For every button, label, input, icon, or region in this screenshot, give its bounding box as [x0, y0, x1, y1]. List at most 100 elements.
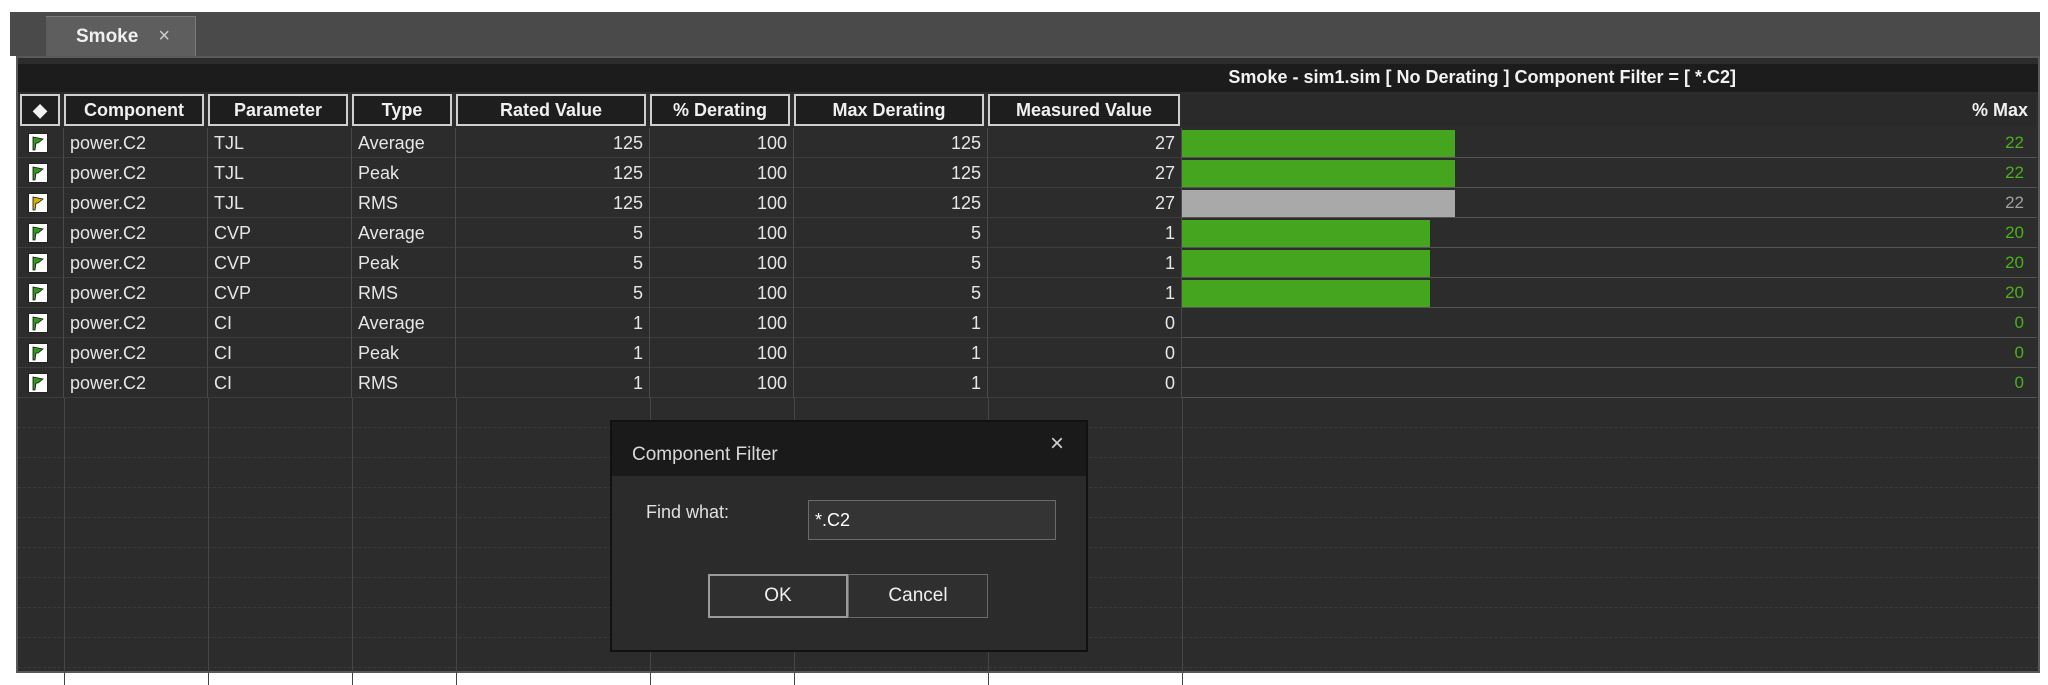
component-filter-dialog: Component Filter × Find what: OK Cancel: [610, 420, 1088, 652]
cell-type: Average: [352, 308, 456, 338]
cell-max-derating: 1: [794, 338, 988, 368]
flag-icon: [28, 313, 48, 333]
pct-max-value: 0: [2014, 373, 2024, 392]
column-header-rated-value[interactable]: Rated Value: [456, 94, 646, 126]
cell-derating: 100: [650, 218, 794, 248]
column-header-pct-max[interactable]: % Max: [1182, 94, 2036, 126]
table-row[interactable]: power.C2 CI Peak 1 100 1 0 0: [18, 338, 2038, 368]
pct-max-bar: [1182, 130, 1455, 157]
dialog-titlebar: Component Filter ×: [612, 422, 1086, 476]
pct-max-cell: 20: [1182, 278, 2036, 308]
cell-rated-value: 125: [456, 188, 650, 218]
table-row[interactable]: power.C2 CI RMS 1 100 1 0 0: [18, 368, 2038, 398]
cell-parameter: CVP: [208, 218, 352, 248]
table-row[interactable]: power.C2 CVP Peak 5 100 5 1 20: [18, 248, 2038, 278]
cell-measured-value: 27: [988, 128, 1182, 158]
pct-max-cell: 22: [1182, 128, 2036, 158]
cell-component: power.C2: [64, 368, 208, 398]
cell-flag: [18, 368, 64, 398]
cell-type: Average: [352, 128, 456, 158]
dialog-title: Component Filter: [632, 444, 778, 465]
cell-max-derating: 125: [794, 158, 988, 188]
cell-type: RMS: [352, 188, 456, 218]
cell-type: Average: [352, 218, 456, 248]
find-what-input[interactable]: [808, 500, 1056, 540]
cell-parameter: CI: [208, 308, 352, 338]
pct-max-cell: 22: [1182, 158, 2036, 188]
cell-component: power.C2: [64, 218, 208, 248]
cell-component: power.C2: [64, 158, 208, 188]
ok-button[interactable]: OK: [708, 574, 848, 618]
cell-derating: 100: [650, 368, 794, 398]
column-header-max-derating[interactable]: Max Derating: [794, 94, 984, 126]
cell-max-derating: 125: [794, 188, 988, 218]
cell-derating: 100: [650, 158, 794, 188]
cell-component: power.C2: [64, 338, 208, 368]
column-divider: [456, 398, 457, 685]
cell-max-derating: 1: [794, 368, 988, 398]
cell-type: Peak: [352, 158, 456, 188]
dialog-close-icon[interactable]: ×: [1050, 430, 1064, 458]
cell-flag: [18, 218, 64, 248]
pct-max-value: 20: [2005, 253, 2024, 272]
cancel-button[interactable]: Cancel: [848, 574, 988, 618]
column-divider: [352, 398, 353, 685]
pct-max-value: 0: [2014, 343, 2024, 362]
cell-derating: 100: [650, 338, 794, 368]
column-header-type[interactable]: Type: [352, 94, 452, 126]
column-header-measured-value[interactable]: Measured Value: [988, 94, 1180, 126]
table-row[interactable]: power.C2 TJL Peak 125 100 125 27 22: [18, 158, 2038, 188]
pct-max-cell: 22: [1182, 188, 2036, 218]
empty-row: [18, 668, 2038, 685]
cell-component: power.C2: [64, 128, 208, 158]
cell-rated-value: 5: [456, 278, 650, 308]
pct-max-cell: 0: [1182, 338, 2036, 368]
cell-rated-value: 125: [456, 158, 650, 188]
pct-max-value: 20: [2005, 283, 2024, 302]
cell-derating: 100: [650, 128, 794, 158]
cell-derating: 100: [650, 278, 794, 308]
cell-type: RMS: [352, 368, 456, 398]
flag-icon: [28, 343, 48, 363]
cell-flag: [18, 188, 64, 218]
tab-strip: Smoke ×: [10, 12, 2040, 56]
flag-icon: [28, 373, 48, 393]
tab-close-icon[interactable]: ×: [158, 25, 170, 48]
cell-derating: 100: [650, 188, 794, 218]
flag-icon: [28, 253, 48, 273]
cell-rated-value: 5: [456, 218, 650, 248]
table-row[interactable]: power.C2 TJL RMS 125 100 125 27 22: [18, 188, 2038, 218]
cell-parameter: CI: [208, 338, 352, 368]
cell-flag: [18, 158, 64, 188]
table-row[interactable]: power.C2 CVP RMS 5 100 5 1 20: [18, 278, 2038, 308]
cell-component: power.C2: [64, 248, 208, 278]
cell-parameter: TJL: [208, 158, 352, 188]
cell-derating: 100: [650, 248, 794, 278]
column-divider: [64, 398, 65, 685]
pct-max-value: 22: [2005, 163, 2024, 182]
column-divider: [1182, 398, 1183, 685]
cell-component: power.C2: [64, 308, 208, 338]
tab-smoke[interactable]: Smoke ×: [46, 16, 196, 56]
cell-flag: [18, 278, 64, 308]
pct-max-value: 22: [2005, 193, 2024, 212]
cell-measured-value: 0: [988, 368, 1182, 398]
cell-measured-value: 1: [988, 218, 1182, 248]
cell-type: Peak: [352, 338, 456, 368]
column-header-flag[interactable]: ◆: [20, 94, 60, 126]
table-row[interactable]: power.C2 CVP Average 5 100 5 1 20: [18, 218, 2038, 248]
table-row[interactable]: power.C2 CI Average 1 100 1 0 0: [18, 308, 2038, 338]
table-row[interactable]: power.C2 TJL Average 125 100 125 27 22: [18, 128, 2038, 158]
cell-max-derating: 5: [794, 278, 988, 308]
pct-max-bar: [1182, 160, 1455, 187]
cell-measured-value: 1: [988, 278, 1182, 308]
pct-max-cell: 20: [1182, 218, 2036, 248]
cell-type: RMS: [352, 278, 456, 308]
cell-rated-value: 1: [456, 308, 650, 338]
column-header-derating[interactable]: % Derating: [650, 94, 790, 126]
column-header-parameter[interactable]: Parameter: [208, 94, 348, 126]
cell-max-derating: 5: [794, 218, 988, 248]
grid-header: ◆ Component Parameter Type Rated Value %…: [18, 94, 2038, 126]
column-header-component[interactable]: Component: [64, 94, 204, 126]
pct-max-bar: [1182, 280, 1430, 307]
